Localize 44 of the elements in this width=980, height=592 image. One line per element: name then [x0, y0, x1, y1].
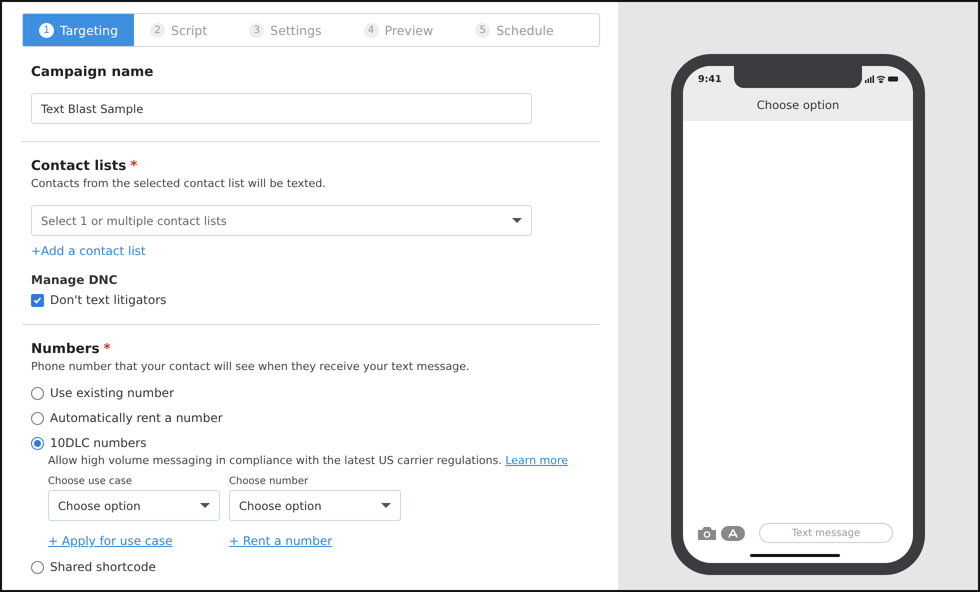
radio-button[interactable]	[31, 560, 44, 574]
radio-button[interactable]	[31, 412, 44, 424]
message-field[interactable]: Text message	[759, 523, 893, 543]
radio-button[interactable]	[31, 386, 44, 400]
add-contact-list-link[interactable]: +Add a contact list	[31, 244, 146, 258]
action-link[interactable]: + Rent a number	[229, 534, 332, 548]
section-description: Phone number that your contact will see when they receive your text message.	[31, 360, 470, 373]
camera-icon[interactable]	[697, 526, 717, 540]
step-tab[interactable]: 4 Preview	[348, 14, 450, 46]
subsection-title: Manage DNC	[31, 273, 118, 287]
radio-label: Shared shortcode	[50, 560, 156, 574]
caret-icon	[200, 503, 210, 508]
step-tab[interactable]: 2 Script	[134, 14, 224, 46]
action-link[interactable]: + Apply for use case	[48, 534, 173, 548]
caret-icon	[512, 218, 522, 223]
contact-list-select[interactable]: Select 1 or multiple contact lists	[31, 205, 532, 236]
step-tab[interactable]: 5 Schedule	[459, 14, 570, 46]
section-title: Numbers	[31, 341, 100, 357]
required-mark: *	[130, 158, 138, 174]
radio-label: Automatically rent a number	[50, 411, 223, 425]
step-tab[interactable]: 3 Settings	[233, 14, 338, 46]
checkbox[interactable]	[31, 294, 44, 306]
option-select[interactable]: Choose option	[229, 490, 401, 521]
checkbox-label: Don't text litigators	[50, 293, 166, 307]
app-store-icon[interactable]	[721, 526, 745, 540]
check-icon	[33, 296, 42, 304]
radio-label: Use existing number	[50, 386, 174, 400]
field-label: Choose number	[229, 476, 310, 487]
status-time: 9:41	[698, 74, 722, 84]
section-title: Campaign name	[31, 64, 154, 80]
step-tab[interactable]: 1 Targeting	[23, 14, 134, 46]
option-select[interactable]: Choose option	[48, 490, 220, 521]
learn-more-link[interactable]: Learn more	[505, 454, 568, 467]
section-description: Contacts from the selected contact list will be texted.	[31, 177, 327, 190]
radio-label: 10DLC numbers	[50, 436, 146, 450]
caret-icon	[381, 503, 391, 508]
status-icons	[865, 75, 899, 83]
field-label: Choose use case	[48, 476, 133, 487]
campaign-name-field[interactable]: Text Blast Sample	[31, 93, 532, 124]
section-title: Contact lists	[31, 158, 126, 174]
radio-button[interactable]	[31, 436, 44, 450]
required-mark: *	[104, 341, 111, 357]
option-description: Allow high volume messaging in compliance with the latest US carrier regulations. Learn more	[48, 454, 570, 467]
screen-title: Choose option	[756, 98, 840, 112]
